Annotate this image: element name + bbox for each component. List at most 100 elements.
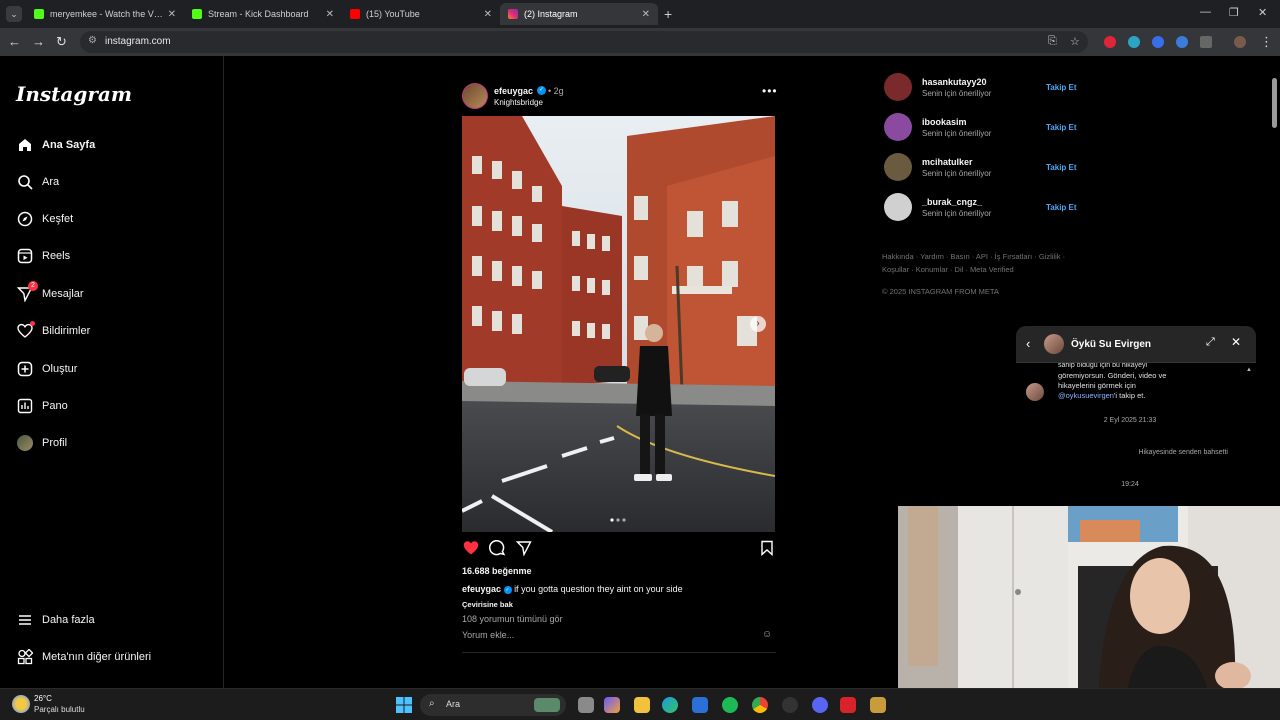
edge-icon[interactable] bbox=[662, 697, 678, 713]
page-scrollbar[interactable] bbox=[1272, 78, 1277, 128]
browser-tab-youtube[interactable]: (15) YouTube ✕ bbox=[342, 3, 500, 25]
tab-search-button[interactable]: ⌄ bbox=[6, 6, 22, 22]
search-highlight-icon bbox=[534, 698, 560, 712]
windows-start-icon[interactable] bbox=[396, 697, 412, 718]
discord-icon[interactable] bbox=[812, 697, 828, 713]
save-bookmark-icon[interactable] bbox=[760, 540, 774, 561]
browser-menu-icon[interactable]: ⋮ bbox=[1260, 34, 1273, 50]
app-red-icon[interactable] bbox=[840, 697, 856, 713]
nav-home[interactable]: Ana Sayfa bbox=[16, 136, 95, 154]
steam-icon[interactable] bbox=[782, 697, 798, 713]
extensions-puzzle-icon[interactable] bbox=[1200, 36, 1212, 48]
instagram-logo[interactable]: Instagram bbox=[16, 82, 132, 106]
post-location[interactable]: Knightsbridge bbox=[494, 98, 543, 107]
share-icon[interactable] bbox=[515, 540, 532, 561]
restore-icon[interactable]: ❐ bbox=[1229, 6, 1239, 19]
nav-dashboard[interactable]: Pano bbox=[16, 397, 68, 415]
minimize-icon[interactable]: — bbox=[1200, 6, 1211, 18]
post-actions bbox=[462, 540, 776, 558]
mention-link[interactable]: @oykusuevirgen bbox=[1058, 391, 1114, 400]
browser-toolbar: ← → ↻ ⚙ instagram.com ⎘ ☆ ⋮ bbox=[0, 28, 1280, 56]
chat-scrollbar[interactable]: ▲ bbox=[1246, 367, 1252, 503]
post-author-avatar[interactable] bbox=[462, 83, 488, 109]
send-icon: 2 bbox=[16, 281, 38, 303]
more-options-icon[interactable]: ••• bbox=[762, 84, 778, 98]
post-image[interactable]: › bbox=[462, 116, 775, 532]
weather-temp[interactable]: 26°C bbox=[34, 694, 52, 703]
footer-links[interactable]: Hakkında · Yardım · Basın · API · İş Fır… bbox=[882, 250, 1082, 276]
nav-profile[interactable]: Profil bbox=[16, 434, 67, 452]
nav-search[interactable]: Ara bbox=[16, 173, 59, 191]
address-bar[interactable]: ⚙ instagram.com ⎘ ☆ bbox=[80, 31, 1088, 53]
chat-avatar[interactable] bbox=[1044, 334, 1064, 354]
extension-teal-icon[interactable] bbox=[1128, 36, 1140, 48]
see-translation-link[interactable]: Çevirisine bak bbox=[462, 600, 513, 609]
store-icon[interactable] bbox=[692, 697, 708, 713]
chat-back-icon[interactable]: ‹ bbox=[1026, 336, 1030, 351]
extension-shield-icon[interactable] bbox=[1176, 36, 1188, 48]
suggestion-avatar[interactable] bbox=[884, 193, 912, 221]
task-view-icon[interactable] bbox=[578, 697, 594, 713]
nav-notifications[interactable]: Bildirimler bbox=[16, 321, 90, 340]
nav-meta-products[interactable]: Meta'nın diğer ürünleri bbox=[16, 648, 151, 666]
close-tab-icon[interactable]: ✕ bbox=[168, 9, 176, 20]
reload-icon[interactable]: ↻ bbox=[56, 34, 67, 50]
bookmark-star-icon[interactable]: ☆ bbox=[1070, 35, 1080, 48]
follow-button[interactable]: Takip Et bbox=[1046, 163, 1077, 172]
search-icon bbox=[16, 173, 34, 191]
close-chat-icon[interactable]: ✕ bbox=[1231, 335, 1241, 349]
nav-explore[interactable]: Keşfet bbox=[16, 210, 73, 228]
spotify-icon[interactable] bbox=[722, 697, 738, 713]
close-tab-icon[interactable]: ✕ bbox=[484, 9, 492, 20]
message-bubble: göremiyorsun. Gönderi, video ve hikayele… bbox=[1058, 371, 1167, 400]
windows-taskbar: 26°C Parçalı bulutlu ⌕ Ara bbox=[0, 688, 1280, 720]
chrome-icon[interactable] bbox=[752, 697, 768, 713]
like-heart-icon[interactable] bbox=[462, 540, 480, 561]
site-info-icon[interactable]: ⚙ bbox=[88, 35, 97, 46]
instagram-icon bbox=[508, 9, 518, 19]
follow-button[interactable]: Takip Et bbox=[1046, 203, 1077, 212]
follow-button[interactable]: Takip Et bbox=[1046, 123, 1077, 132]
add-comment-input[interactable]: Yorum ekle... bbox=[462, 630, 514, 640]
extension-red-icon[interactable] bbox=[1104, 36, 1116, 48]
nav-more[interactable]: Daha fazla bbox=[16, 611, 95, 629]
browser-tab-instagram[interactable]: (2) Instagram ✕ bbox=[500, 3, 658, 25]
file-explorer-icon[interactable] bbox=[634, 697, 650, 713]
emoji-icon[interactable]: ☺ bbox=[762, 629, 772, 640]
post-username[interactable]: efeuygac bbox=[494, 86, 533, 96]
forward-icon[interactable]: → bbox=[32, 34, 45, 49]
suggestion-avatar[interactable] bbox=[884, 113, 912, 141]
close-tab-icon[interactable]: ✕ bbox=[642, 9, 650, 20]
carousel-next-icon[interactable]: › bbox=[750, 316, 766, 332]
profile-avatar[interactable] bbox=[1234, 36, 1246, 48]
taskbar-search[interactable]: ⌕ Ara bbox=[420, 694, 566, 716]
weather-icon[interactable] bbox=[12, 695, 30, 713]
reels-icon bbox=[16, 247, 34, 265]
kick-icon bbox=[192, 9, 202, 19]
browser-tab-kick-dashboard[interactable]: Stream - Kick Dashboard ✕ bbox=[184, 3, 342, 25]
view-all-comments-link[interactable]: 108 yorumun tümünü gör bbox=[462, 614, 563, 624]
copilot-icon[interactable] bbox=[604, 697, 620, 713]
caption-username[interactable]: efeuygac bbox=[462, 584, 501, 594]
close-window-icon[interactable]: ✕ bbox=[1258, 6, 1267, 19]
likes-count[interactable]: 16.688 beğenme bbox=[462, 566, 532, 576]
suggestion-avatar[interactable] bbox=[884, 153, 912, 181]
nav-messages[interactable]: 2 Mesajlar bbox=[16, 281, 84, 303]
league-icon[interactable] bbox=[870, 697, 886, 713]
caption-text: if you gotta question they aint on your … bbox=[514, 584, 683, 594]
weather-desc[interactable]: Parçalı bulutlu bbox=[34, 705, 85, 714]
follow-button[interactable]: Takip Et bbox=[1046, 83, 1077, 92]
install-app-icon[interactable]: ⎘ bbox=[1048, 35, 1057, 48]
expand-icon[interactable]: ⤢ bbox=[1206, 336, 1215, 349]
suggestion-avatar[interactable] bbox=[884, 73, 912, 101]
new-tab-icon[interactable]: + bbox=[664, 6, 672, 22]
nav-reels[interactable]: Reels bbox=[16, 247, 70, 265]
comment-icon[interactable] bbox=[489, 540, 506, 562]
browser-tab-kick-vod[interactable]: meryemkee - Watch the VOD o ✕ bbox=[26, 3, 184, 25]
back-icon[interactable]: ← bbox=[8, 34, 21, 49]
extension-blue-icon[interactable] bbox=[1152, 36, 1164, 48]
home-icon bbox=[16, 136, 34, 154]
close-tab-icon[interactable]: ✕ bbox=[326, 9, 334, 20]
messages-badge: 2 bbox=[28, 281, 38, 291]
nav-create[interactable]: Oluştur bbox=[16, 360, 77, 378]
